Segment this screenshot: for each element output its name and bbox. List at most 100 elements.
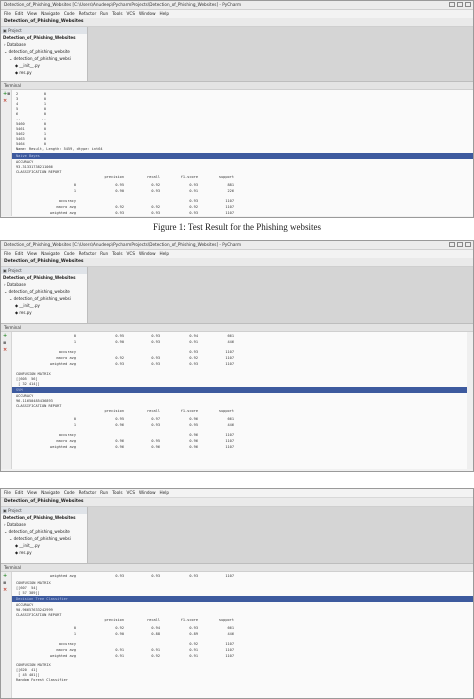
menu-edit[interactable]: Edit bbox=[15, 251, 23, 256]
menu-view[interactable]: View bbox=[27, 251, 37, 256]
menu-bar: File Edit View Navigate Code Refactor Run Tools… bbox=[1, 10, 473, 18]
menu-file[interactable]: File bbox=[4, 251, 11, 256]
terminal-output[interactable]: 2 0 3 0 4 1 5 0 6 0.... 5460 0 5461 0 5462 1 5463 0 5464 0 N… bbox=[12, 90, 473, 216]
terminal-gutter: + ▪ × bbox=[1, 90, 12, 216]
menu-window[interactable]: Window bbox=[139, 490, 156, 495]
project-tab[interactable]: ▣ Project bbox=[1, 27, 87, 34]
project-root[interactable]: Detection_of_Phishing_Websites bbox=[1, 274, 87, 281]
report-row: weighted avg 0.93 0.93 0.93 1107 bbox=[16, 362, 469, 367]
tree-item-database[interactable]: › Database bbox=[4, 281, 87, 288]
maximize-button[interactable] bbox=[457, 242, 463, 247]
figure-caption: Figure 1: Test Result for the Phishing w… bbox=[153, 222, 321, 232]
maximize-button[interactable] bbox=[457, 2, 463, 7]
menu-navigate[interactable]: Navigate bbox=[41, 11, 60, 16]
tree-item-init[interactable]: ◆ __init__.py bbox=[4, 542, 87, 549]
stop-icon[interactable]: ▪ bbox=[7, 92, 10, 97]
project-tab[interactable]: ▣ Project bbox=[1, 267, 87, 274]
report-cell-s: 661 bbox=[227, 334, 235, 338]
project-root[interactable]: Detection_of_Phishing_Websites bbox=[1, 514, 87, 521]
menu-edit[interactable]: Edit bbox=[15, 490, 23, 495]
menu-navigate[interactable]: Navigate bbox=[41, 251, 60, 256]
breadcrumb[interactable]: Detection_of_Phishing_Websites bbox=[1, 18, 473, 27]
menu-window[interactable]: Window bbox=[139, 251, 156, 256]
report-cell-f: 0.89 bbox=[189, 632, 198, 636]
menu-vcs[interactable]: VCS bbox=[127, 251, 135, 256]
menu-refactor[interactable]: Refactor bbox=[79, 251, 97, 256]
menu-code[interactable]: Code bbox=[64, 490, 75, 495]
tree-item-detection-folder[interactable]: ⌄ detection_of_phishing_website bbox=[4, 528, 87, 535]
menu-run[interactable]: Run bbox=[100, 490, 108, 495]
terminal-output[interactable]: weighted avg 0.93 0.93 0.93 1107 CONFUSION MA… bbox=[12, 572, 473, 698]
close-icon[interactable]: × bbox=[3, 99, 7, 104]
report-header-recall: recall bbox=[147, 175, 160, 179]
tree-item-detection-subfolder[interactable]: ⌄ detection_of_phishing_websi bbox=[4, 295, 87, 302]
report-row: accuracy 0.93 1107 bbox=[16, 350, 469, 355]
menu-code[interactable]: Code bbox=[64, 11, 75, 16]
tree-item-detection-folder[interactable]: ⌄ detection_of_phishing_website bbox=[4, 288, 87, 295]
tree-item-init[interactable]: ◆ __init__.py bbox=[4, 62, 87, 69]
menu-refactor[interactable]: Refactor bbox=[79, 11, 97, 16]
terminal-output[interactable]: 0 0.95 0.93 0.94 661 1 0.90 0.93 0.91 446 accuracy… bbox=[12, 332, 473, 469]
editor-area[interactable] bbox=[88, 267, 473, 323]
add-icon[interactable]: + bbox=[3, 334, 7, 339]
menu-vcs[interactable]: VCS bbox=[127, 11, 135, 16]
menu-help[interactable]: Help bbox=[160, 490, 170, 495]
screenshot-1: Detection_of_Phishing_Websites [C:\Users… bbox=[0, 0, 474, 218]
tree-item-res[interactable]: ◆ res.py bbox=[4, 69, 87, 76]
tree-item-database[interactable]: › Database bbox=[4, 41, 87, 48]
menu-run[interactable]: Run bbox=[100, 11, 108, 16]
breadcrumb[interactable]: Detection_of_Phishing_Websites bbox=[1, 258, 473, 267]
report-cell-f: 0.96 bbox=[189, 417, 198, 421]
terminal-tab[interactable]: Terminal bbox=[1, 323, 473, 332]
menu-code[interactable]: Code bbox=[64, 251, 75, 256]
project-tab[interactable]: ▣ Project bbox=[1, 507, 87, 514]
stop-icon[interactable]: ▪ bbox=[3, 581, 6, 586]
menu-window[interactable]: Window bbox=[139, 11, 156, 16]
terminal-tab[interactable]: Terminal bbox=[1, 563, 473, 572]
terminal-tab[interactable]: Terminal bbox=[1, 81, 473, 90]
tree-item-database[interactable]: › Database bbox=[4, 521, 87, 528]
menu-file[interactable]: File bbox=[4, 490, 11, 495]
tree-item-res[interactable]: ◆ res.py bbox=[4, 309, 87, 316]
add-icon[interactable]: + bbox=[3, 574, 7, 579]
minimize-button[interactable] bbox=[449, 2, 455, 7]
menu-tools[interactable]: Tools bbox=[112, 251, 122, 256]
report-cell-f: 0.92 bbox=[189, 356, 198, 360]
tree-item-res[interactable]: ◆ res.py bbox=[4, 549, 87, 556]
menu-tools[interactable]: Tools bbox=[112, 490, 122, 495]
stop-icon[interactable]: ▪ bbox=[3, 341, 6, 346]
minimize-button[interactable] bbox=[449, 242, 455, 247]
project-panel: ▣ Project Detection_of_Phishing_Websites… bbox=[1, 267, 88, 323]
menu-view[interactable]: View bbox=[27, 11, 37, 16]
menu-run[interactable]: Run bbox=[100, 251, 108, 256]
tree-item-detection-subfolder[interactable]: ⌄ detection_of_phishing_websi bbox=[4, 55, 87, 62]
menu-view[interactable]: View bbox=[27, 490, 37, 495]
report-cell-label: accuracy bbox=[58, 350, 76, 354]
tree-item-detection-folder[interactable]: ⌄ detection_of_phishing_website bbox=[4, 48, 87, 55]
report-cell-p: 0.96 bbox=[115, 439, 124, 443]
report-cell-label: macro avg bbox=[56, 648, 76, 652]
menu-tools[interactable]: Tools bbox=[112, 11, 122, 16]
breadcrumb[interactable]: Detection_of_Phishing_Websites bbox=[1, 498, 473, 507]
menu-file[interactable]: File bbox=[4, 11, 11, 16]
menu-edit[interactable]: Edit bbox=[15, 11, 23, 16]
report-cell-p: 0.90 bbox=[115, 189, 124, 193]
menu-help[interactable]: Help bbox=[160, 11, 170, 16]
menu-help[interactable]: Help bbox=[160, 251, 170, 256]
close-icon[interactable]: × bbox=[3, 348, 7, 353]
menu-navigate[interactable]: Navigate bbox=[41, 490, 60, 495]
menu-vcs[interactable]: VCS bbox=[127, 490, 135, 495]
selected-line-highlight: Decision Tree Classifier bbox=[12, 596, 473, 602]
tree-item-detection-subfolder[interactable]: ⌄ detection_of_phishing_websi bbox=[4, 535, 87, 542]
editor-area[interactable] bbox=[88, 507, 473, 563]
project-root[interactable]: Detection_of_Phishing_Websites bbox=[1, 34, 87, 41]
close-window-button[interactable] bbox=[465, 2, 471, 7]
close-icon[interactable]: × bbox=[3, 588, 7, 593]
editor-area[interactable] bbox=[88, 27, 473, 81]
model-name: SVM bbox=[16, 388, 23, 392]
tree-item-init[interactable]: ◆ __init__.py bbox=[4, 302, 87, 309]
menu-refactor[interactable]: Refactor bbox=[79, 490, 97, 495]
report-row: weighted avg 0.93 0.93 0.93 1107 bbox=[16, 574, 469, 579]
terminal-scrollbar[interactable] bbox=[467, 332, 473, 469]
close-window-button[interactable] bbox=[465, 242, 471, 247]
